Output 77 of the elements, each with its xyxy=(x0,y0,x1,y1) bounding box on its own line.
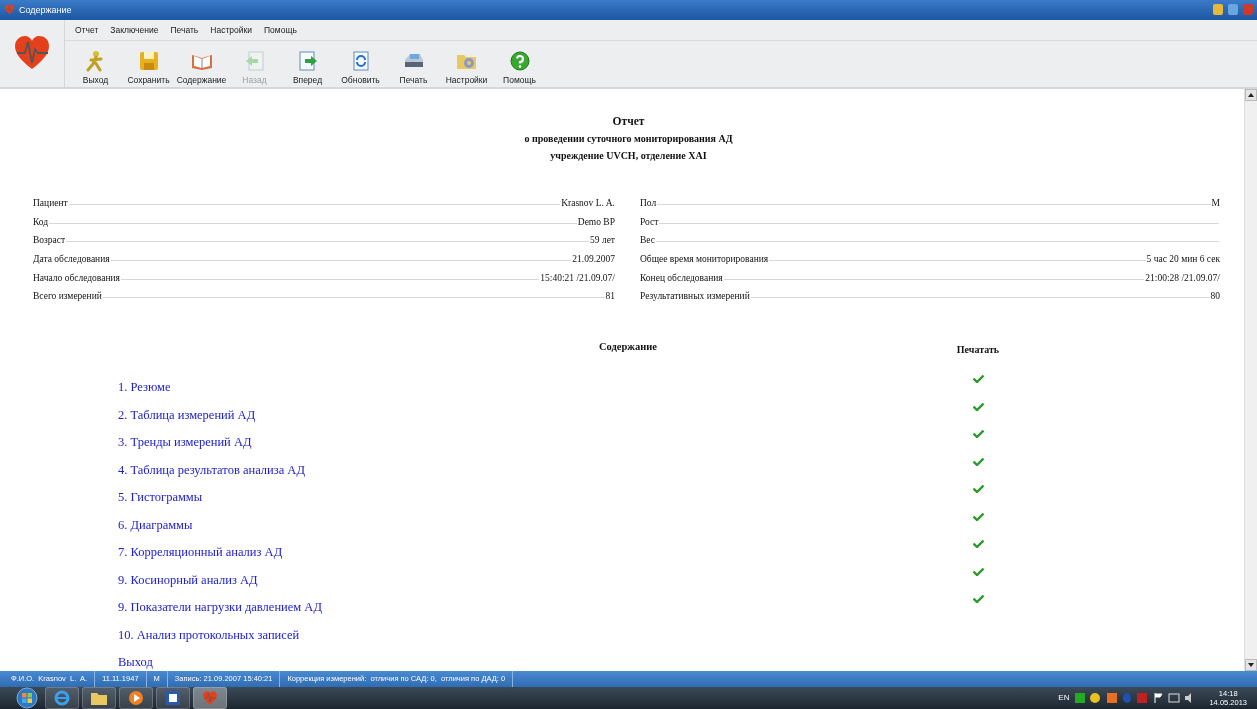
field-label: Вес xyxy=(640,235,655,246)
field-label: Рост xyxy=(640,216,659,227)
page-right-arrow-icon xyxy=(296,49,319,72)
toolbar-button[interactable]: Печать xyxy=(387,40,440,87)
contents-link[interactable]: 4. Таблица результатов анализа АД xyxy=(118,462,305,478)
check-icon[interactable] xyxy=(972,566,984,576)
language-indicator[interactable]: EN xyxy=(1058,693,1070,703)
contents-heading: Содержание xyxy=(599,341,657,353)
scroll-down-button[interactable] xyxy=(1245,658,1257,671)
check-icon[interactable] xyxy=(972,539,984,549)
up-arrow-icon xyxy=(1248,92,1254,97)
field-value: 59 лет xyxy=(590,235,615,246)
contents-link[interactable]: 6. Диаграммы xyxy=(118,517,193,533)
menu-item[interactable]: Печать xyxy=(164,24,205,35)
menu-item[interactable]: Помощь xyxy=(258,24,303,35)
contents-link[interactable]: 9. Косинорный анализ АД xyxy=(118,572,258,588)
contents-link[interactable]: 10. Анализ протокольных записей xyxy=(118,627,300,643)
contents-link[interactable]: 3. Тренды измерений АД xyxy=(118,435,252,451)
contents-link[interactable]: 1. Резюме xyxy=(118,380,171,396)
toolbar-button[interactable]: Настройки xyxy=(440,40,493,87)
institution-name: учреждение UVCH, отделение XAI xyxy=(550,149,707,161)
check-icon[interactable] xyxy=(972,484,984,494)
minimize-button[interactable] xyxy=(1213,4,1223,16)
field-label: Начало обследования xyxy=(33,272,120,283)
toolbar-button[interactable]: Помощь xyxy=(493,40,546,87)
check-icon[interactable] xyxy=(972,594,984,604)
contents-link[interactable]: 5. Гистограммы xyxy=(118,490,203,506)
field-value: Krasnov L. A. xyxy=(561,198,615,209)
check-icon[interactable] xyxy=(972,401,984,411)
contents-link[interactable]: 7. Корреляционный анализ АД xyxy=(118,545,283,561)
field-label: Пациент xyxy=(33,198,68,209)
menu-item[interactable]: Заключение xyxy=(104,24,165,35)
taskbar-button[interactable] xyxy=(156,686,190,709)
play-icon xyxy=(128,689,144,706)
taskbar-button[interactable] xyxy=(82,686,116,709)
field-label: Код xyxy=(33,216,49,227)
heart-logo-icon xyxy=(202,689,218,706)
check-icon[interactable] xyxy=(972,511,984,521)
window-title: Содержание xyxy=(19,4,73,15)
field-label: Возраст xyxy=(33,235,66,246)
help-icon xyxy=(508,49,531,72)
menu-item[interactable]: Отчет xyxy=(69,24,105,35)
down-arrow-icon xyxy=(1248,662,1254,667)
field-value: Demo BP xyxy=(577,216,615,227)
field-label: Результативных измерений xyxy=(640,291,750,302)
field-value: 21.09.2007 xyxy=(572,253,615,264)
check-icon[interactable] xyxy=(972,374,984,384)
field-value: 81 xyxy=(605,291,615,302)
print-column-heading: Печатать xyxy=(956,344,1000,356)
toolbar-button[interactable]: Выход xyxy=(69,40,122,87)
contents-link[interactable]: Выход xyxy=(118,655,153,671)
report-subtitle: о проведении суточного мониторирования АД xyxy=(524,132,733,144)
field-label: Дата обследования xyxy=(33,253,110,264)
field-value: 5 час 20 мин 6 сек xyxy=(1146,253,1220,264)
field-label: Пол xyxy=(640,198,657,209)
contents-link[interactable]: 2. Таблица измерений АД xyxy=(118,407,256,423)
check-icon[interactable] xyxy=(972,456,984,466)
toolbar-button[interactable]: Обновить xyxy=(334,40,387,87)
toolbar-button[interactable]: Содержание xyxy=(175,40,228,87)
heart-logo-icon xyxy=(4,4,15,16)
field-label: Общее время мониторирования xyxy=(640,253,769,264)
field-label: Всего измерений xyxy=(33,291,102,302)
report-title: Отчет xyxy=(612,114,645,127)
check-icon[interactable] xyxy=(972,429,984,439)
toolbar-button[interactable]: Вперед xyxy=(281,40,334,87)
contents-link[interactable]: 9. Показатели нагрузки давлением АД xyxy=(118,600,322,616)
field-label: Конец обследования xyxy=(640,272,723,283)
toolbar-button[interactable]: Сохранить xyxy=(122,40,175,87)
menu-item[interactable]: Настройки xyxy=(204,24,258,35)
field-value: 80 xyxy=(1210,291,1220,302)
field-value: 15:40:21 /21.09.07/ xyxy=(540,272,615,283)
maximize-button[interactable] xyxy=(1228,4,1238,16)
document-icon xyxy=(165,689,181,706)
field-value: М xyxy=(1211,198,1220,209)
taskbar-button[interactable] xyxy=(119,686,153,709)
field-value: 21:00:28 /21.09.07/ xyxy=(1145,272,1220,283)
browser-icon xyxy=(53,688,71,707)
